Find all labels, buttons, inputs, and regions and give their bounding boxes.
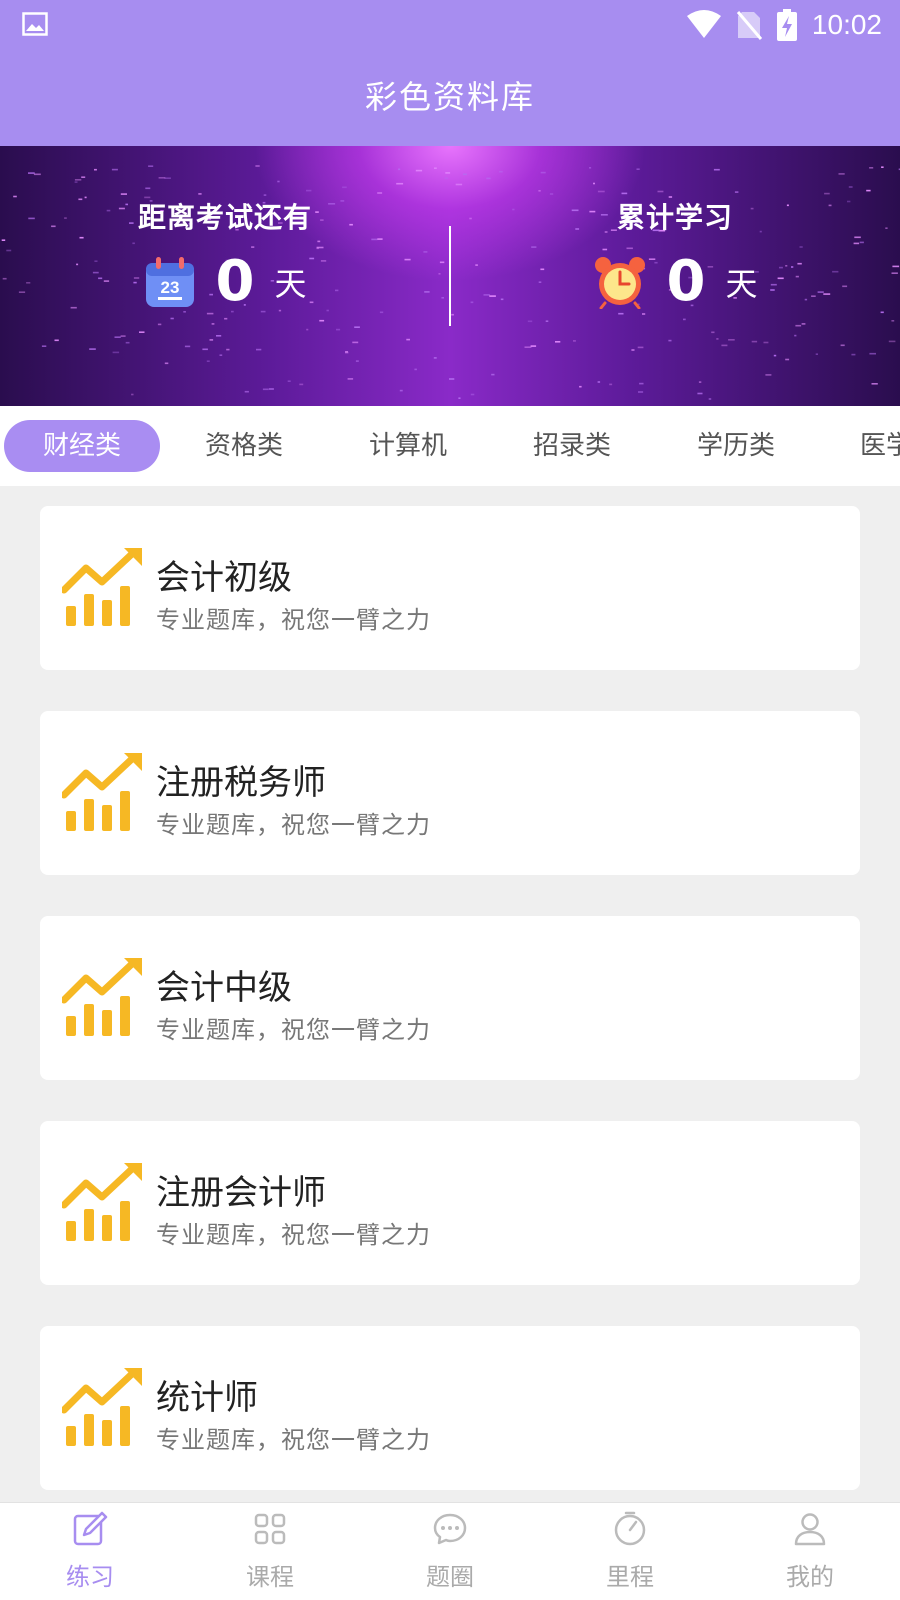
tab-medical[interactable]: 医学 xyxy=(860,420,900,472)
nav-milestones[interactable]: 里程 xyxy=(540,1511,720,1592)
course-card-statistician[interactable]: 统计师 专业题库，祝您一臂之力 xyxy=(40,1326,860,1490)
course-name: 会计初级 xyxy=(156,558,292,598)
course-name: 注册会计师 xyxy=(156,1173,326,1213)
course-card-accounting-junior[interactable]: 会计初级 专业题库，祝您一臂之力 xyxy=(40,506,860,670)
course-description: 专业题库，祝您一臂之力 xyxy=(156,1221,431,1249)
page-title: 彩色资料库 xyxy=(364,78,535,116)
tab-recruitment[interactable]: 招录类 xyxy=(494,420,650,472)
nav-profile[interactable]: 我的 xyxy=(720,1511,900,1592)
total-study-days-value: 0 xyxy=(666,249,706,314)
calendar-icon: 23 xyxy=(145,257,194,307)
days-until-exam-value: 0 xyxy=(215,249,255,314)
days-until-exam-label: 距离考试还有 xyxy=(137,201,312,234)
bar-chart-icon xyxy=(62,958,142,1036)
tab-education[interactable]: 学历类 xyxy=(658,420,814,472)
edit-icon xyxy=(73,1511,108,1546)
course-card-accounting-intermediate[interactable]: 会计中级 专业题库，祝您一臂之力 xyxy=(40,916,860,1080)
status-icons: 10:02 xyxy=(686,8,882,42)
nav-practice-label: 练习 xyxy=(66,1563,114,1591)
course-name: 统计师 xyxy=(156,1378,258,1418)
nav-courses-label: 课程 xyxy=(246,1563,294,1591)
course-description: 专业题库，祝您一臂之力 xyxy=(156,1426,431,1454)
tab-computer[interactable]: 计算机 xyxy=(330,420,486,472)
nav-question-circle-label: 题圈 xyxy=(426,1563,474,1591)
bar-chart-icon xyxy=(62,548,142,626)
category-tabs: 财经类 资格类 计算机 招录类 学历类 医学 xyxy=(0,406,900,486)
nav-profile-label: 我的 xyxy=(786,1563,834,1591)
nav-courses[interactable]: 课程 xyxy=(180,1511,360,1592)
image-icon xyxy=(22,12,48,36)
course-card-tax-agent[interactable]: 注册税务师 专业题库，祝您一臂之力 xyxy=(40,711,860,875)
course-name: 会计中级 xyxy=(156,968,292,1008)
alarm-clock-icon xyxy=(594,257,645,309)
grid-icon xyxy=(254,1513,286,1545)
wifi-icon xyxy=(686,10,721,38)
exam-countdown-banner: 距离考试还有 23 0 天 累计学习 0 天 xyxy=(0,146,900,406)
course-card-cpa[interactable]: 注册会计师 专业题库，祝您一臂之力 xyxy=(40,1121,860,1285)
user-icon xyxy=(794,1513,826,1546)
nav-question-circle[interactable]: 题圈 xyxy=(360,1511,540,1592)
course-description: 专业题库，祝您一臂之力 xyxy=(156,606,431,634)
chat-bubble-icon xyxy=(433,1513,467,1545)
course-description: 专业题库，祝您一臂之力 xyxy=(156,811,431,839)
timer-icon xyxy=(614,1511,646,1546)
status-bar: 10:02 xyxy=(0,0,900,50)
total-study-days-unit: 天 xyxy=(725,265,758,303)
bar-chart-icon xyxy=(62,1368,142,1446)
nav-practice[interactable]: 练习 xyxy=(0,1511,180,1592)
svg-text:23: 23 xyxy=(160,278,179,297)
days-until-exam-unit: 天 xyxy=(274,265,307,303)
no-sim-icon xyxy=(736,11,762,40)
battery-charging-icon xyxy=(776,9,797,41)
total-study-days-label: 累计学习 xyxy=(616,201,733,234)
total-study-days: 累计学习 0 天 xyxy=(450,196,900,310)
top-bar: 10:02 彩色资料库 xyxy=(0,0,900,146)
tab-finance[interactable]: 财经类 xyxy=(4,420,160,472)
status-time: 10:02 xyxy=(811,9,882,40)
course-name: 注册税务师 xyxy=(156,763,326,803)
bottom-nav: 练习 课程 题圈 里程 我的 xyxy=(0,1502,900,1600)
bar-chart-icon xyxy=(62,753,142,831)
tab-qualification[interactable]: 资格类 xyxy=(166,420,322,472)
bar-chart-icon xyxy=(62,1163,142,1241)
days-until-exam: 距离考试还有 23 0 天 xyxy=(0,196,450,310)
nav-milestones-label: 里程 xyxy=(606,1563,654,1591)
course-description: 专业题库，祝您一臂之力 xyxy=(156,1016,431,1044)
